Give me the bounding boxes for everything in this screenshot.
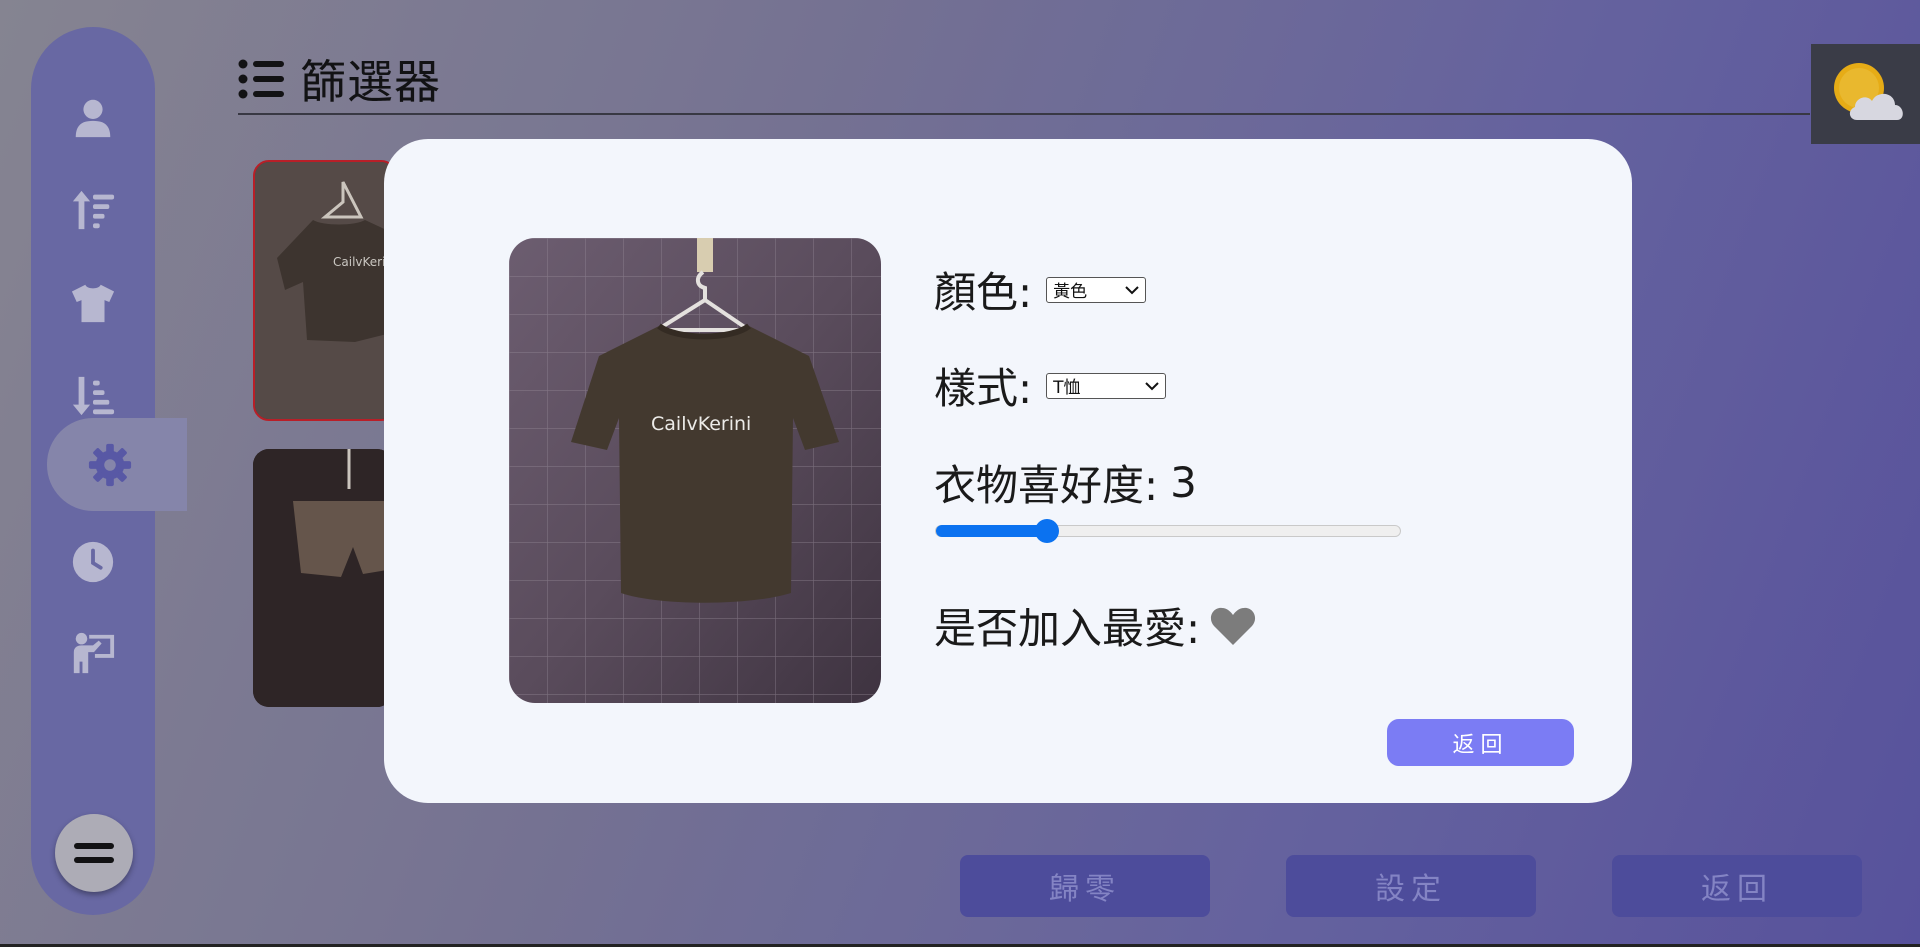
color-select[interactable]: 黃色	[1046, 276, 1147, 303]
chevron-down-icon	[1125, 285, 1139, 294]
style-label: 樣式:	[934, 364, 1033, 413]
preference-slider-thumb[interactable]	[1035, 519, 1059, 543]
preference-slider-fill	[936, 525, 1047, 537]
heart-icon[interactable]	[1210, 606, 1256, 646]
shirt-print-text: CailvKerini	[651, 413, 751, 435]
preference-row: 衣物喜好度: 3	[934, 452, 1197, 513]
preference-slider[interactable]	[935, 519, 1401, 543]
color-label: 顏色:	[934, 268, 1033, 317]
favorite-label: 是否加入最愛:	[934, 604, 1201, 653]
tshirt-photo: CailvKerini	[509, 238, 881, 703]
style-select-value: T恤	[1053, 378, 1081, 398]
chevron-down-icon	[1145, 381, 1159, 390]
favorite-row: 是否加入最愛:	[934, 595, 1256, 656]
clothing-photo: CailvKerini	[509, 238, 881, 703]
preference-label: 衣物喜好度:	[934, 461, 1159, 510]
clothing-detail-modal: CailvKerini 顏色: 黃色 樣式: T恤 衣物喜好度: 3 是否加入最…	[384, 139, 1632, 803]
modal-back-button[interactable]: 返回	[1387, 719, 1574, 766]
style-select[interactable]: T恤	[1046, 372, 1167, 399]
color-row: 顏色: 黃色	[934, 259, 1147, 320]
preference-value: 3	[1170, 458, 1197, 507]
color-select-value: 黃色	[1053, 282, 1088, 302]
style-row: 樣式: T恤	[934, 355, 1167, 416]
